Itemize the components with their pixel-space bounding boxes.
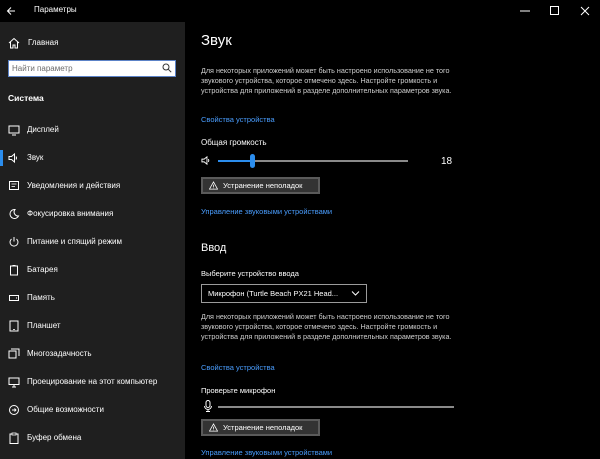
speaker-icon [8,152,17,164]
sidebar-item-battery[interactable]: Батарея [0,258,185,282]
button-label: Устранение неполадок [223,423,303,432]
volume-value: 18 [441,156,453,167]
notification-icon [9,181,19,190]
sidebar-item-label: Батарея [27,265,58,274]
search-icon[interactable] [162,63,172,73]
selected-input-device: Микрофон (Turtle Beach PX21 Head... [208,289,339,298]
sidebar-item-multitasking[interactable]: Многозадачность [0,342,185,366]
projecting-icon [8,377,20,388]
sidebar-item-shared-experiences[interactable]: Общие возможности [0,398,185,422]
input-troubleshoot-button[interactable]: Устранение неполадок [201,419,320,436]
sidebar-item-home[interactable]: Главная [0,34,185,52]
title-bar: Параметры [0,0,600,22]
close-icon [580,6,590,16]
test-mic-label: Проверьте микрофон [201,386,276,395]
microphone-icon [204,400,212,412]
mic-level-meter [218,406,454,408]
volume-thumb[interactable] [250,154,256,168]
maximize-icon [550,6,559,15]
choose-input-device-label: Выберите устройство ввода [201,269,299,278]
output-description: Для некоторых приложений может быть наст… [201,66,452,95]
window-title: Параметры [34,5,77,14]
search-input[interactable] [12,62,152,75]
sidebar-item-tablet[interactable]: Планшет [0,314,185,338]
minimize-icon [520,10,530,12]
sidebar-item-clipboard[interactable]: Буфер обмена [0,426,185,450]
output-manage-devices-link[interactable]: Управление звуковыми устройствами [201,207,332,216]
sidebar-item-label: Питание и спящий режим [27,237,123,246]
sidebar-item-label: Буфер обмена [27,433,82,442]
page-title: Звук [201,32,232,49]
input-device-select[interactable]: Микрофон (Turtle Beach PX21 Head... [201,284,367,303]
master-volume-label: Общая громкость [201,138,267,147]
sidebar-item-display[interactable]: Дисплей [0,118,185,142]
power-icon [9,237,19,247]
storage-icon [9,295,19,301]
sidebar-item-sound[interactable]: Звук [0,146,185,170]
tablet-icon [9,320,19,332]
input-heading: Ввод [201,242,227,254]
clipboard-icon [9,432,19,444]
home-icon [8,37,20,49]
sidebar-item-label: Общие возможности [27,405,104,414]
input-device-properties-link[interactable]: Свойства устройства [201,363,275,372]
close-button[interactable] [570,0,600,22]
search-field[interactable] [8,60,176,77]
sidebar-item-projecting[interactable]: Проецирование на этот компьютер [0,370,185,394]
output-troubleshoot-button[interactable]: Устранение неполадок [201,177,320,194]
sidebar-item-notifications[interactable]: Уведомления и действия [0,174,185,198]
sidebar-item-focus-assist[interactable]: Фокусировка внимания [0,202,185,226]
battery-icon [10,265,18,276]
warning-icon [209,423,218,432]
sidebar-item-label: Планшет [27,321,61,330]
button-label: Устранение неполадок [223,181,303,190]
main-content: Звук Для некоторых приложений может быть… [185,22,600,459]
volume-icon[interactable] [201,155,212,166]
output-device-properties-link[interactable]: Свойства устройства [201,115,275,124]
input-description: Для некоторых приложений может быть наст… [201,312,452,341]
shared-experiences-icon [9,405,19,415]
sidebar: Главная Система Дисплей Звук Уведомления… [0,22,185,459]
section-label: Система [8,93,44,103]
sidebar-item-label: Проецирование на этот компьютер [27,377,158,386]
sidebar-item-label: Уведомления и действия [27,181,121,190]
volume-fill [218,160,253,162]
sidebar-item-label: Звук [27,153,44,162]
sidebar-item-storage[interactable]: Память [0,286,185,310]
master-volume-slider[interactable] [218,154,408,168]
moon-icon [9,208,20,219]
active-indicator [0,150,3,166]
chevron-down-icon [351,291,360,296]
display-icon [8,125,20,136]
input-manage-devices-link[interactable]: Управление звуковыми устройствами [201,448,332,457]
warning-icon [209,181,218,190]
sidebar-item-label: Многозадачность [27,349,92,358]
back-button[interactable] [0,0,22,22]
sidebar-item-label: Главная [28,38,59,47]
sidebar-item-label: Фокусировка внимания [27,209,114,218]
sidebar-item-label: Память [27,293,55,302]
sidebar-item-power[interactable]: Питание и спящий режим [0,230,185,254]
minimize-button[interactable] [510,0,540,22]
sidebar-item-label: Дисплей [27,125,59,134]
maximize-button[interactable] [540,0,570,22]
multitasking-icon [8,348,20,359]
back-arrow-icon [6,7,15,15]
